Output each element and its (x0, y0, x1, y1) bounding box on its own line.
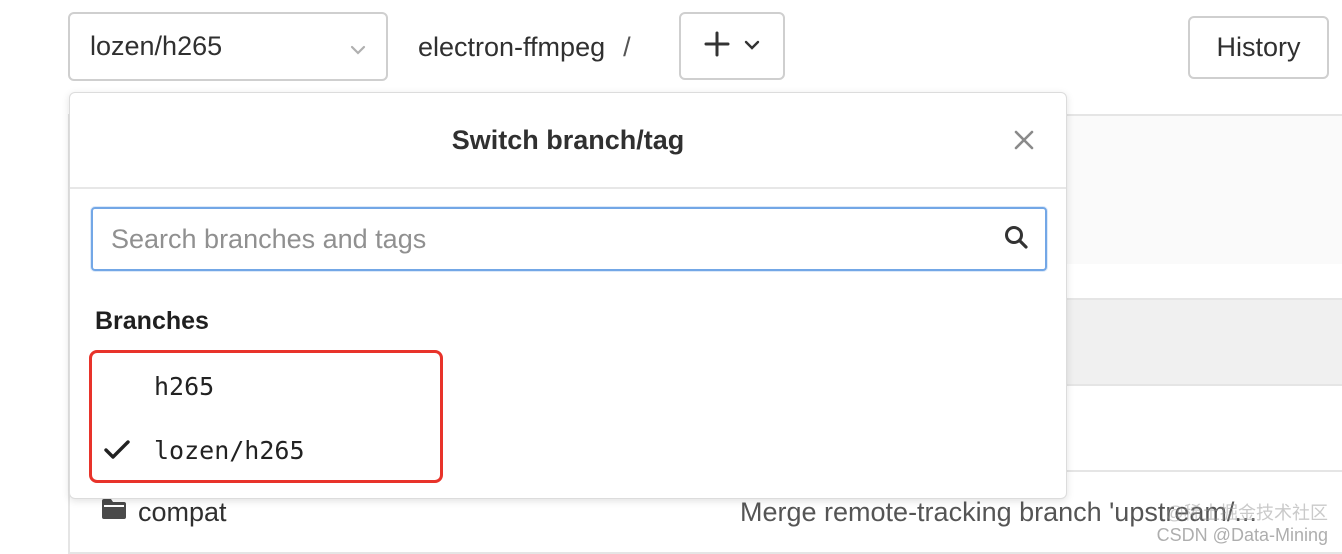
branch-item-h265[interactable]: h265 (90, 357, 430, 415)
chevron-down-icon (744, 37, 760, 55)
add-file-dropdown-button[interactable] (679, 12, 785, 80)
watermark-line-2: CSDN @Data-Mining (1156, 525, 1328, 545)
watermark-line-1: @稀土掘金技术社区 (1165, 503, 1328, 523)
file-name[interactable]: compat (138, 497, 227, 528)
switch-branch-dropdown: Switch branch/tag Branches h265 lozen/h2… (69, 92, 1067, 499)
close-icon[interactable] (1010, 126, 1038, 154)
branch-name: h265 (154, 371, 215, 401)
repo-path-breadcrumb: electron-ffmpeg / (418, 30, 631, 64)
branch-select-label: lozen/h265 (90, 31, 223, 61)
branch-item-lozen-h265[interactable]: lozen/h265 (90, 421, 430, 479)
branch-search-field[interactable] (91, 207, 1047, 271)
search-input[interactable] (109, 222, 1003, 256)
watermark: @稀土掘金技术社区 CSDN @Data-Mining (1157, 502, 1328, 546)
dropdown-header: Switch branch/tag (70, 93, 1066, 189)
history-button[interactable]: History (1188, 16, 1329, 79)
search-icon[interactable] (1003, 224, 1029, 255)
file-row-compat[interactable]: compat (100, 494, 227, 530)
branch-select-dropdown[interactable]: lozen/h265 (68, 12, 388, 81)
branches-section-title: Branches (95, 307, 209, 335)
branch-name: lozen/h265 (154, 435, 305, 465)
repo-name-link[interactable]: electron-ffmpeg (418, 32, 605, 63)
chevron-down-icon (350, 31, 366, 62)
plus-icon (704, 31, 730, 62)
check-icon (90, 440, 154, 460)
path-separator: / (623, 31, 631, 62)
folder-icon (100, 497, 128, 528)
dropdown-title: Switch branch/tag (451, 124, 685, 155)
